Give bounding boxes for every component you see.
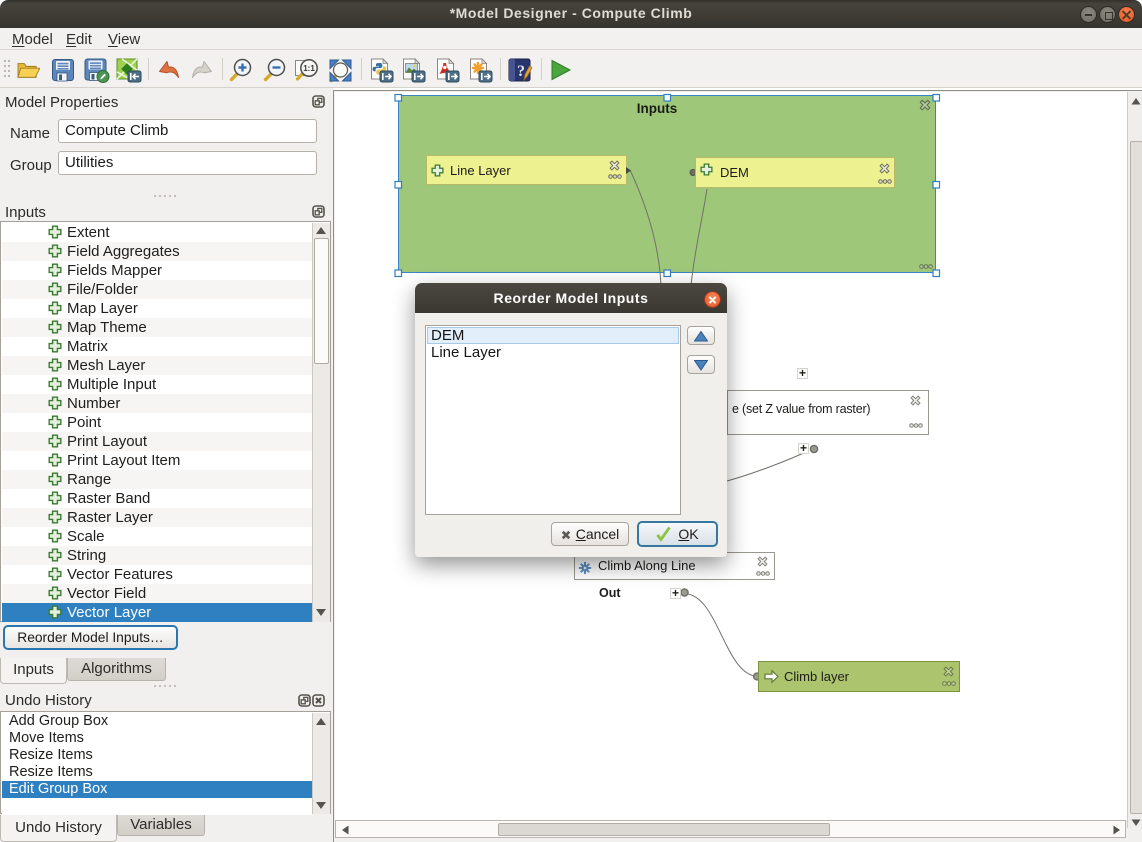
svg-text:?: ? — [517, 63, 525, 80]
svg-text:1:1: 1:1 — [303, 64, 315, 73]
